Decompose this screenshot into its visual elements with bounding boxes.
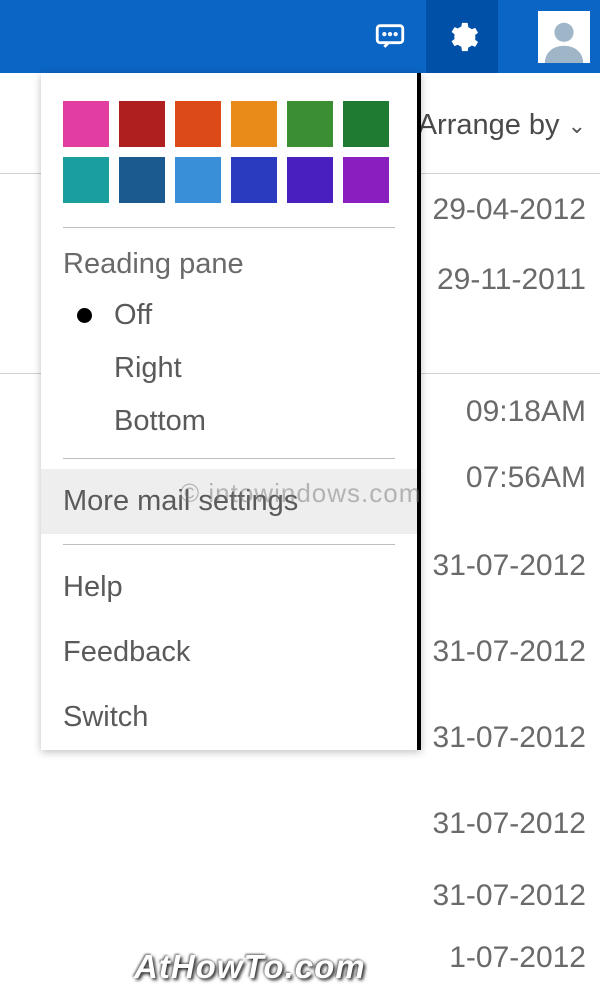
color-swatch[interactable] xyxy=(343,101,389,147)
color-swatch[interactable] xyxy=(287,157,333,203)
message-date[interactable]: 31-07-2012 xyxy=(433,879,586,913)
color-swatch[interactable] xyxy=(231,157,277,203)
color-swatch[interactable] xyxy=(231,101,277,147)
reading-pane-label: Reading pane xyxy=(41,238,417,289)
gear-icon xyxy=(445,20,479,54)
settings-dropdown: Reading pane Off Right Bottom More mail … xyxy=(41,73,421,750)
topbar xyxy=(0,0,600,73)
message-time[interactable]: 07:56AM xyxy=(466,461,586,495)
arrange-by-label: Arrange by xyxy=(418,109,560,142)
color-swatch[interactable] xyxy=(175,101,221,147)
message-time[interactable]: 09:18AM xyxy=(466,395,586,429)
message-date[interactable]: 1-07-2012 xyxy=(449,941,586,975)
avatar-icon xyxy=(541,17,587,63)
message-date[interactable]: 31-07-2012 xyxy=(433,807,586,841)
color-swatch[interactable] xyxy=(287,101,333,147)
content-area: Arrange by ⌄ 29-04-2012 29-11-2011 09:18… xyxy=(0,73,600,933)
arrange-by-dropdown[interactable]: Arrange by ⌄ xyxy=(418,109,586,142)
message-date[interactable]: 31-07-2012 xyxy=(433,549,586,583)
color-swatch[interactable] xyxy=(119,101,165,147)
settings-button[interactable] xyxy=(426,0,498,73)
chat-icon xyxy=(373,20,407,54)
color-swatch[interactable] xyxy=(63,157,109,203)
color-swatch[interactable] xyxy=(343,157,389,203)
chevron-down-icon: ⌄ xyxy=(568,113,586,139)
color-swatch[interactable] xyxy=(119,157,165,203)
message-date[interactable]: 31-07-2012 xyxy=(433,721,586,755)
switch-item[interactable]: Switch xyxy=(41,685,417,750)
radio-label: Right xyxy=(114,352,182,385)
watermark-athowto: AtHowTo.com xyxy=(134,948,366,986)
help-item[interactable]: Help xyxy=(41,555,417,620)
radio-unselected-icon xyxy=(77,414,92,429)
message-date[interactable]: 29-11-2011 xyxy=(437,263,586,297)
color-swatch[interactable] xyxy=(175,157,221,203)
watermark-intowindows: © intowindows.com xyxy=(180,478,421,509)
menu-divider xyxy=(63,544,395,545)
avatar[interactable] xyxy=(538,11,590,63)
radio-unselected-icon xyxy=(77,361,92,376)
menu-divider xyxy=(63,458,395,459)
reading-pane-bottom[interactable]: Bottom xyxy=(41,395,417,448)
theme-color-picker xyxy=(41,73,411,217)
message-date[interactable]: 31-07-2012 xyxy=(433,635,586,669)
chat-button[interactable] xyxy=(354,0,426,73)
color-swatch[interactable] xyxy=(63,101,109,147)
feedback-item[interactable]: Feedback xyxy=(41,620,417,685)
menu-divider xyxy=(63,227,395,228)
message-date[interactable]: 29-04-2012 xyxy=(433,193,586,227)
radio-selected-icon xyxy=(77,308,92,323)
reading-pane-off[interactable]: Off xyxy=(41,289,417,342)
radio-label: Bottom xyxy=(114,405,206,438)
reading-pane-right[interactable]: Right xyxy=(41,342,417,395)
radio-label: Off xyxy=(114,299,152,332)
